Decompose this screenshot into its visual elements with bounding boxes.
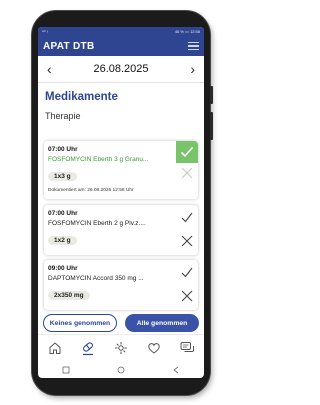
app-title: APAT DTB xyxy=(43,40,95,52)
medication-name: DAPTOMYCIN Accord 350 mg ... xyxy=(48,275,144,282)
section-title: Medikamente xyxy=(45,91,118,103)
close-icon xyxy=(181,235,193,247)
documented-timestamp: Dokumentiert am: 26.08.2025 12:56 Uhr xyxy=(48,188,134,193)
medication-card: 09:00 Uhr DAPTOMYCIN Accord 350 mg ... 2… xyxy=(44,260,198,310)
medication-dose: 1x3 g xyxy=(48,172,77,181)
tab-medication[interactable] xyxy=(79,339,97,357)
subsection-title: Therapie xyxy=(45,111,81,121)
bottom-tab-bar xyxy=(38,334,204,361)
check-icon xyxy=(181,267,193,277)
medication-name: FOSFOMYCIN Eberth 3 g Granu... xyxy=(48,156,149,163)
taken-check-button[interactable] xyxy=(180,210,194,224)
heart-icon xyxy=(148,343,160,354)
close-icon xyxy=(181,167,193,179)
medication-time: 07:00 Uhr xyxy=(48,146,78,153)
date-navigation: ‹ 26.08.2025 › xyxy=(38,56,204,83)
symptoms-icon xyxy=(114,342,127,354)
home-circle-icon[interactable] xyxy=(117,366,125,374)
tab-home[interactable] xyxy=(46,339,64,357)
app-header: APAT DTB xyxy=(38,36,204,56)
close-icon xyxy=(181,290,193,302)
tab-messages[interactable] xyxy=(178,339,196,357)
recent-apps-icon[interactable] xyxy=(62,366,70,374)
system-navigation-bar xyxy=(38,361,204,378)
tab-symptoms[interactable] xyxy=(112,339,130,357)
all-taken-button[interactable]: Alle genommen xyxy=(125,314,199,332)
app-screen: ᵛᵒˡ ↑ 46 % ▭ 12:58 APAT DTB ‹ 26.08.2025… xyxy=(38,27,204,378)
not-taken-button[interactable] xyxy=(180,289,194,303)
check-icon xyxy=(180,146,194,158)
status-bar: ᵛᵒˡ ↑ 46 % ▭ 12:58 xyxy=(38,27,204,36)
taken-check-button[interactable] xyxy=(180,265,194,279)
tab-wellbeing[interactable] xyxy=(145,339,163,357)
power-button xyxy=(210,112,213,140)
not-taken-button[interactable] xyxy=(180,234,194,248)
volume-button xyxy=(210,86,213,104)
taken-check-button[interactable] xyxy=(176,141,198,163)
none-taken-button[interactable]: Keines genommen xyxy=(43,314,117,332)
pill-icon xyxy=(82,342,93,356)
menu-icon[interactable] xyxy=(188,41,199,51)
status-left: ᵛᵒˡ ↑ xyxy=(42,29,49,34)
back-icon[interactable] xyxy=(172,366,180,374)
medication-time: 09:00 Uhr xyxy=(48,265,78,272)
status-right: 46 % ▭ 12:58 xyxy=(174,29,200,34)
previous-day-button[interactable]: ‹ xyxy=(47,62,52,76)
medication-dose: 1x2 g xyxy=(48,236,77,245)
chat-icon xyxy=(180,342,194,352)
medication-card: 07:00 Uhr FOSFOMYCIN Eberth 3 g Granu...… xyxy=(44,141,198,199)
bulk-actions: Keines genommen Alle genommen xyxy=(43,314,199,332)
medication-card: 07:00 Uhr FOSFOMYCIN Eberth 2 g Plv.z...… xyxy=(44,205,198,255)
current-date: 26.08.2025 xyxy=(93,63,149,75)
medication-dose: 2x350 mg xyxy=(48,291,90,300)
medication-time: 07:00 Uhr xyxy=(48,210,78,217)
check-icon xyxy=(181,212,193,222)
home-icon xyxy=(49,342,61,354)
not-taken-button[interactable] xyxy=(180,166,194,180)
medication-name: FOSFOMYCIN Eberth 2 g Plv.z.... xyxy=(48,220,146,227)
next-day-button[interactable]: › xyxy=(190,62,195,76)
